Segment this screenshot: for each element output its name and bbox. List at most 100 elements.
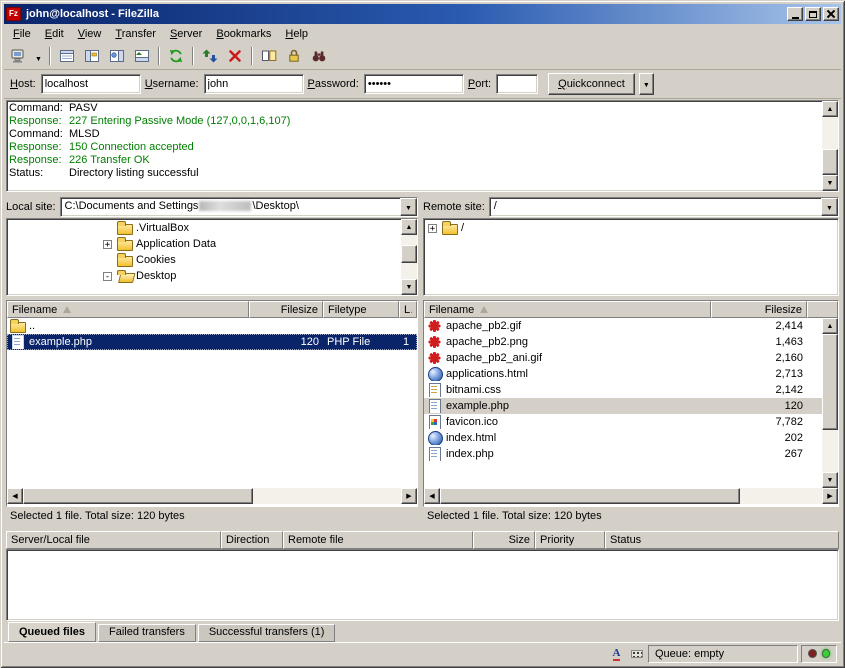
redacted-username bbox=[199, 201, 251, 211]
column-header-status[interactable]: Status bbox=[605, 531, 839, 549]
menu-view[interactable]: View bbox=[71, 26, 109, 42]
file-row[interactable]: applications.html2,713 bbox=[424, 366, 822, 382]
menu-bookmarks[interactable]: Bookmarks bbox=[209, 26, 278, 42]
scrollbar-thumb[interactable] bbox=[822, 334, 838, 430]
column-header-size[interactable]: Size bbox=[473, 531, 535, 549]
site-manager-button[interactable] bbox=[7, 45, 31, 67]
local-list-horizontal-scrollbar[interactable] bbox=[7, 488, 417, 504]
scroll-right-icon[interactable] bbox=[822, 488, 838, 504]
password-input[interactable] bbox=[364, 74, 464, 94]
menu-help[interactable]: Help bbox=[278, 26, 315, 42]
scroll-up-icon[interactable] bbox=[822, 318, 838, 334]
titlebar[interactable]: john@localhost - FileZilla bbox=[4, 4, 841, 24]
log-vertical-scrollbar[interactable] bbox=[822, 101, 838, 191]
sort-ascending-icon bbox=[480, 306, 488, 313]
tree-item[interactable]: +/ bbox=[424, 220, 838, 236]
column-header-filename[interactable]: Filename bbox=[7, 301, 249, 318]
remote-list-vertical-scrollbar[interactable] bbox=[822, 318, 838, 488]
file-row[interactable]: apache_pb2_ani.gif2,160 bbox=[424, 350, 822, 366]
scroll-left-icon[interactable] bbox=[424, 488, 440, 504]
scroll-up-icon[interactable] bbox=[401, 219, 417, 235]
toggle-transfer-queue-button[interactable] bbox=[130, 45, 154, 67]
file-row[interactable]: index.html202 bbox=[424, 430, 822, 446]
scroll-left-icon[interactable] bbox=[7, 488, 23, 504]
file-row[interactable]: apache_pb2.png1,463 bbox=[424, 334, 822, 350]
minimize-button[interactable] bbox=[787, 7, 803, 21]
column-header-last-modified[interactable]: Last modified bbox=[399, 301, 417, 318]
tree-item[interactable]: +Application Data bbox=[7, 236, 401, 252]
host-label: Host: bbox=[10, 78, 36, 90]
file-row[interactable]: apache_pb2.gif2,414 bbox=[424, 318, 822, 334]
host-input[interactable] bbox=[41, 74, 141, 94]
close-button[interactable] bbox=[823, 7, 839, 21]
tab-failed-transfers[interactable]: Failed transfers bbox=[98, 624, 196, 642]
toggle-remote-tree-button[interactable] bbox=[105, 45, 129, 67]
scrollbar-thumb[interactable] bbox=[401, 245, 417, 263]
file-row-selected[interactable]: example.php 120 PHP File 1 bbox=[7, 334, 417, 350]
chevron-down-icon bbox=[643, 78, 650, 90]
column-header-server-local-file[interactable]: Server/Local file bbox=[6, 531, 221, 549]
cancel-button[interactable] bbox=[223, 45, 247, 67]
synchronized-browsing-button[interactable] bbox=[282, 45, 306, 67]
toggle-local-tree-button[interactable] bbox=[80, 45, 104, 67]
file-row-selected[interactable]: example.php120 bbox=[424, 398, 822, 414]
scroll-down-icon[interactable] bbox=[822, 175, 838, 191]
menu-file[interactable]: File bbox=[6, 26, 38, 42]
menu-server[interactable]: Server bbox=[163, 26, 209, 42]
scroll-right-icon[interactable] bbox=[401, 488, 417, 504]
process-queue-button[interactable] bbox=[198, 45, 222, 67]
scrollbar-thumb[interactable] bbox=[822, 149, 838, 175]
remote-list-header: Filename Filesize bbox=[424, 301, 838, 318]
chevron-down-icon bbox=[826, 201, 833, 213]
menu-edit[interactable]: Edit bbox=[38, 26, 71, 42]
column-header-filename[interactable]: Filename bbox=[424, 301, 711, 318]
folder-open-icon bbox=[116, 269, 133, 283]
tab-queued-files[interactable]: Queued files bbox=[8, 622, 96, 642]
local-tree-scrollbar[interactable] bbox=[401, 219, 417, 295]
scrollbar-thumb[interactable] bbox=[440, 488, 740, 504]
scroll-up-icon[interactable] bbox=[822, 101, 838, 117]
file-row[interactable]: favicon.ico7,782 bbox=[424, 414, 822, 430]
remote-list-horizontal-scrollbar[interactable] bbox=[424, 488, 838, 504]
toggle-message-log-button[interactable] bbox=[55, 45, 79, 67]
tab-successful-transfers[interactable]: Successful transfers (1) bbox=[198, 624, 336, 642]
scrollbar-thumb[interactable] bbox=[23, 488, 253, 504]
file-row[interactable]: .. bbox=[7, 318, 417, 334]
column-header-filetype[interactable]: Filetype bbox=[323, 301, 399, 318]
scroll-down-icon[interactable] bbox=[822, 472, 838, 488]
quickconnect-dropdown-button[interactable] bbox=[639, 73, 654, 95]
log-line: Response:226 Transfer OK bbox=[9, 154, 820, 167]
file-row[interactable]: bitnami.css2,142 bbox=[424, 382, 822, 398]
folder-icon bbox=[116, 221, 133, 235]
log-line: Response:150 Connection accepted bbox=[9, 141, 820, 154]
refresh-button[interactable] bbox=[164, 45, 188, 67]
keypad-indicator-icon[interactable] bbox=[628, 646, 645, 662]
quickconnect-button[interactable]: Quickconnect bbox=[548, 73, 635, 95]
local-site-combo[interactable]: C:\Documents and Settings\Desktop\ bbox=[60, 197, 418, 217]
column-header-direction[interactable]: Direction bbox=[221, 531, 283, 549]
tree-item[interactable]: -Desktop bbox=[7, 268, 401, 284]
scroll-down-icon[interactable] bbox=[401, 279, 417, 295]
username-input[interactable] bbox=[204, 74, 304, 94]
tree-item[interactable]: .VirtualBox bbox=[7, 220, 401, 236]
expander-icon[interactable]: + bbox=[103, 240, 112, 249]
port-input[interactable] bbox=[496, 74, 538, 94]
column-header-filesize[interactable]: Filesize bbox=[711, 301, 807, 318]
file-row[interactable]: index.php267 bbox=[424, 446, 822, 462]
column-header-remote-file[interactable]: Remote file bbox=[283, 531, 473, 549]
site-manager-dropdown-button[interactable] bbox=[32, 45, 45, 67]
menu-transfer[interactable]: Transfer bbox=[108, 26, 163, 42]
tree-item[interactable]: Cookies bbox=[7, 252, 401, 268]
find-files-button[interactable] bbox=[307, 45, 331, 67]
column-header-priority[interactable]: Priority bbox=[535, 531, 605, 549]
maximize-button[interactable] bbox=[805, 7, 821, 21]
directory-comparison-button[interactable] bbox=[257, 45, 281, 67]
expander-icon[interactable]: - bbox=[103, 272, 112, 281]
local-site-dropdown-button[interactable] bbox=[400, 198, 417, 216]
expander-icon[interactable]: + bbox=[428, 224, 437, 233]
remote-site-dropdown-button[interactable] bbox=[821, 198, 838, 216]
filezilla-icon[interactable] bbox=[6, 7, 21, 21]
ascii-transfer-type-icon[interactable] bbox=[608, 646, 625, 662]
column-header-filesize[interactable]: Filesize bbox=[249, 301, 323, 318]
remote-site-combo[interactable]: / bbox=[489, 197, 839, 217]
